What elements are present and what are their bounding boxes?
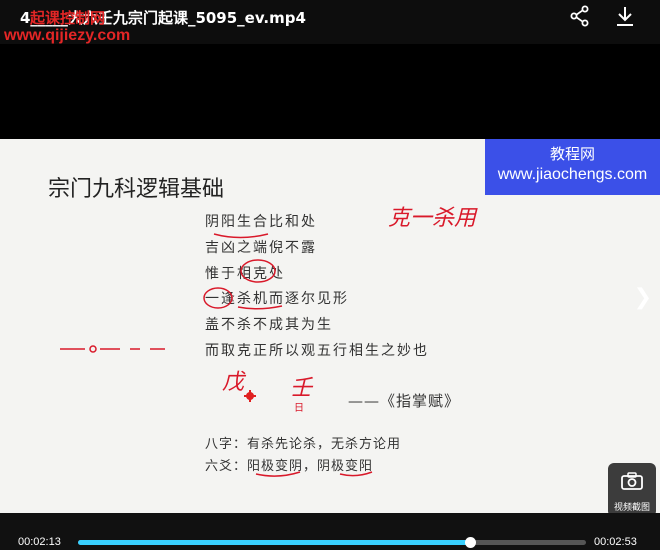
circle-xiangke (240, 259, 276, 283)
screenshot-button[interactable]: 视频截图 (608, 463, 656, 517)
handwriting-top-right: 克一杀用 (388, 206, 478, 231)
video-title: 4_____大六壬九宗门起课_5095_ev.mp4 起课控制网 (20, 9, 306, 27)
handwriting-circle (89, 345, 97, 353)
site-watermark: www.qijiezy.com (4, 27, 131, 44)
share-icon[interactable] (568, 5, 592, 27)
underline-shenghe (213, 233, 269, 239)
handwriting-ren: 壬 (290, 376, 314, 401)
video-letterbox (0, 44, 660, 139)
title-bar: 4_____大六壬九宗门起课_5095_ev.mp4 起课控制网 www.qij… (0, 0, 660, 44)
camera-icon (621, 472, 643, 490)
video-frame[interactable]: 宗门九科逻辑基础 教程网 www.jiaochengs.com 阴阳生合比和处 … (0, 139, 660, 513)
player-controls: 00:02:13 00:02:53 (0, 513, 660, 550)
handwriting-ren-sub: 日 (294, 403, 304, 414)
progress-bar[interactable] (78, 537, 586, 548)
next-arrow-icon[interactable]: ❯ (634, 285, 652, 310)
total-time: 00:02:53 (594, 536, 637, 548)
progress-knob[interactable] (465, 537, 477, 548)
screenshot-label: 视频截图 (613, 503, 650, 513)
current-time: 00:02:13 (18, 536, 61, 548)
handwriting-wu: 戊 (222, 370, 247, 395)
underline-yangji (255, 471, 301, 477)
overlay-watermark: 起课控制网 (30, 9, 106, 27)
circle-yifeng (203, 287, 233, 309)
underline-shaji (237, 305, 283, 310)
underline-yinji (339, 471, 373, 477)
download-icon[interactable] (613, 5, 637, 27)
progress-fill (78, 540, 471, 545)
handwriting-annotations: 克一杀用 戊 壬 日 (60, 206, 478, 477)
